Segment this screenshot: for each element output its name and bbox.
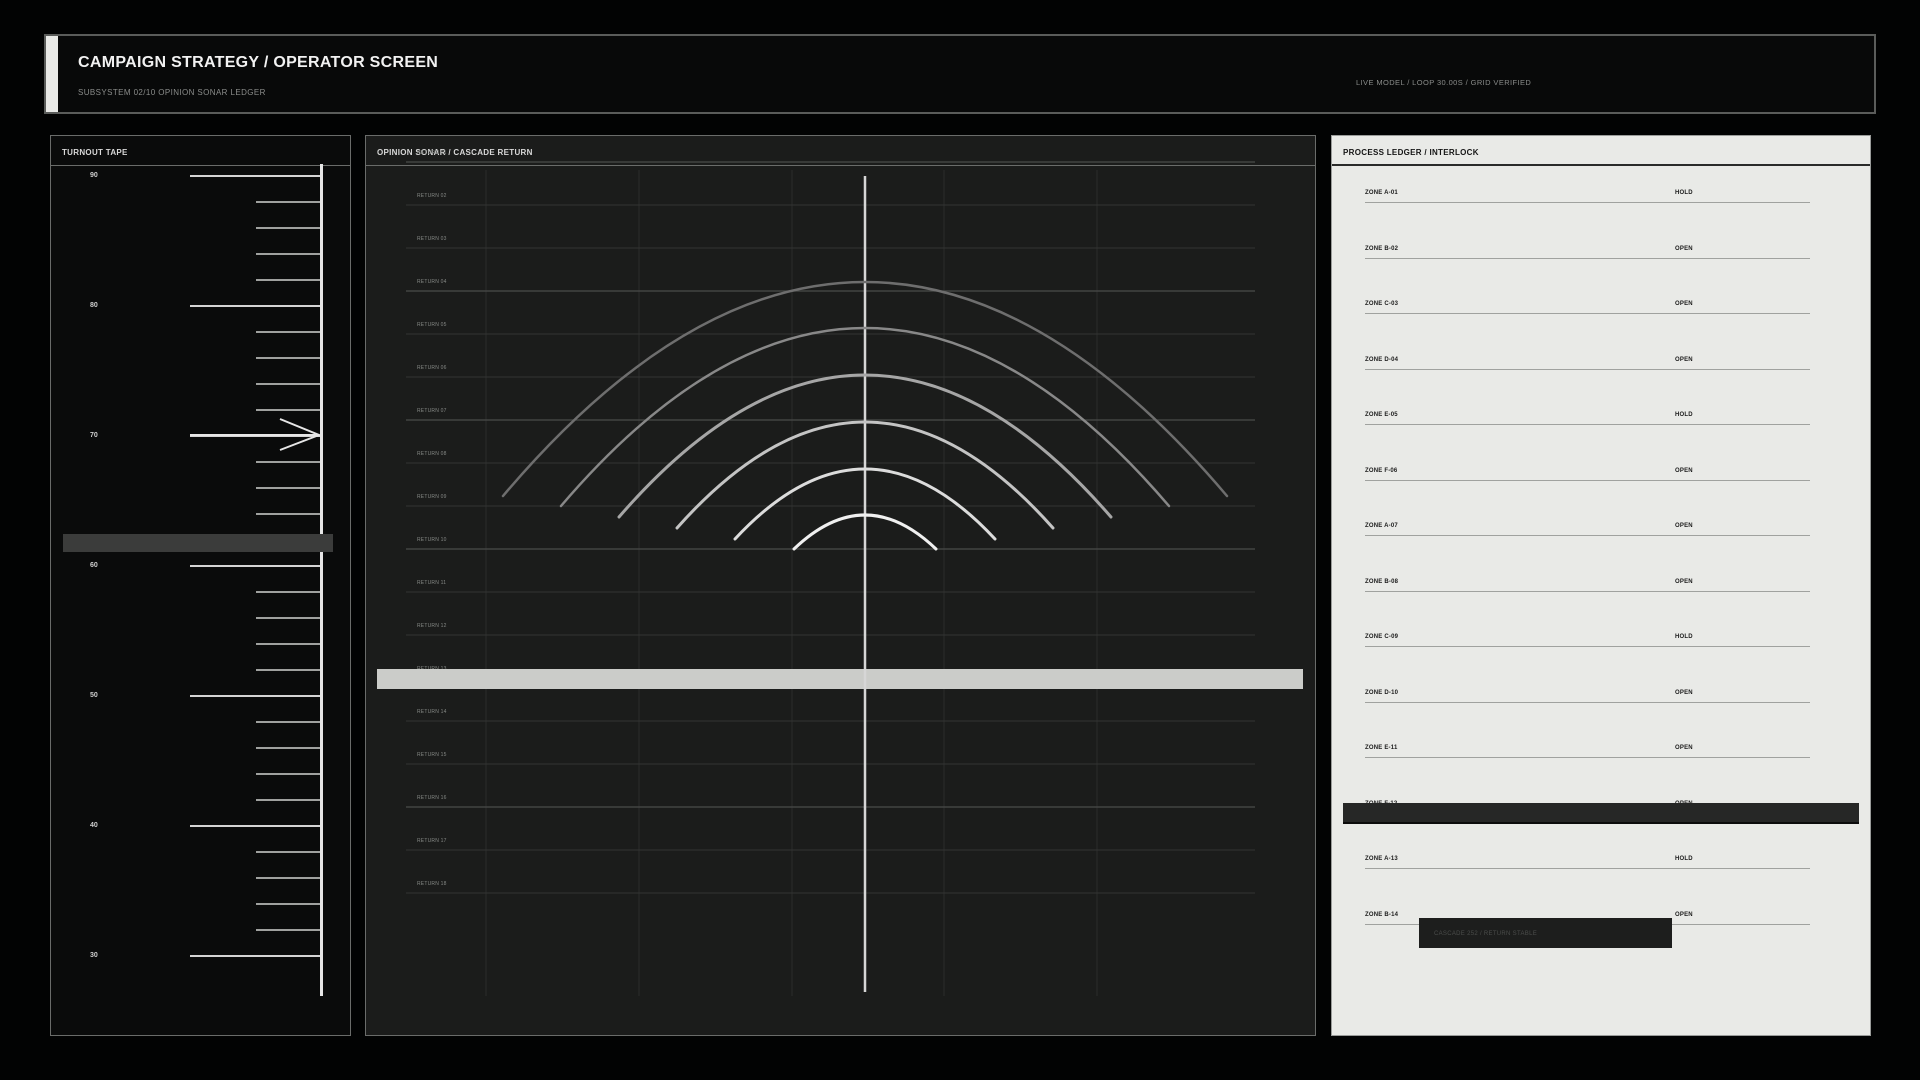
- ledger-row: ZONE B-02 OPEN: [1365, 244, 1810, 259]
- ledger-row: ZONE B-08 OPEN: [1365, 577, 1810, 592]
- ledger-state: OPEN: [1675, 245, 1693, 252]
- ledger-state: OPEN: [1675, 689, 1693, 696]
- ledger-row: ZONE C-03 OPEN: [1365, 299, 1810, 314]
- ledger-state: OPEN: [1675, 911, 1693, 918]
- page-title: CAMPAIGN STRATEGY / OPERATOR SCREEN: [78, 54, 439, 71]
- ledger-row: ZONE A-13 HOLD: [1365, 854, 1810, 869]
- ledger-state: HOLD: [1675, 856, 1693, 862]
- ledger-zone: ZONE D-04: [1365, 356, 1399, 363]
- ledger-state: OPEN: [1675, 356, 1693, 363]
- ledger-row: ZONE E-05 HOLD: [1365, 410, 1810, 425]
- ledger-state: HOLD: [1675, 190, 1693, 196]
- ledger-row: ZONE A-07 OPEN: [1365, 521, 1810, 536]
- ledger-zone: ZONE D-10: [1365, 689, 1399, 696]
- ledger-row: ZONE A-01 HOLD: [1365, 188, 1810, 203]
- ledger-zone: ZONE C-03: [1365, 301, 1399, 307]
- process-ledger-panel: PROCESS LEDGER / INTERLOCK ZONE A-01 HOLD…: [1331, 135, 1871, 1036]
- ledger-state: OPEN: [1675, 578, 1693, 585]
- ledger-row: ZONE F-06 OPEN: [1365, 466, 1810, 481]
- ledger-state: OPEN: [1675, 301, 1693, 307]
- ledger-zone: ZONE A-13: [1365, 856, 1398, 862]
- ledger-state: HOLD: [1675, 412, 1693, 418]
- ledger-zone: ZONE E-05: [1365, 412, 1398, 418]
- ledger-stamp: CASCADE 252 / RETURN STABLE: [1419, 918, 1672, 948]
- ledger-zone: ZONE B-08: [1365, 578, 1399, 585]
- ledger-row: ZONE D-10 OPEN: [1365, 688, 1810, 703]
- ledger-row: ZONE C-09 HOLD: [1365, 632, 1810, 647]
- ledger-state: OPEN: [1675, 745, 1693, 751]
- ledger-zone: ZONE A-07: [1365, 523, 1398, 529]
- ledger-state: OPEN: [1675, 467, 1693, 474]
- process-ledger-title: PROCESS LEDGER / INTERLOCK: [1332, 136, 1870, 166]
- status-readout: LIVE MODEL / LOOP 30.00S / GRID VERIFIED: [1356, 78, 1532, 87]
- ledger-zone: ZONE B-02: [1365, 245, 1399, 252]
- ledger-state: HOLD: [1675, 634, 1693, 640]
- ledger-zone: ZONE A-01: [1365, 190, 1398, 196]
- ledger-redaction-bar: [1343, 803, 1859, 824]
- header-accent: [46, 36, 58, 112]
- ledger-row: ZONE D-04 OPEN: [1365, 355, 1810, 370]
- ledger-zone: ZONE C-09: [1365, 634, 1399, 640]
- ledger-row: ZONE E-11 OPEN: [1365, 743, 1810, 758]
- turnout-pointer-icon: [190, 418, 322, 451]
- header-bar: CAMPAIGN STRATEGY / OPERATOR SCREEN SUBS…: [44, 34, 1876, 114]
- page-subtitle: SUBSYSTEM 02/10 OPINION SONAR LEDGER: [78, 88, 266, 97]
- ledger-zone: ZONE E-11: [1365, 745, 1398, 751]
- sonar-arcs: [501, 176, 1229, 992]
- opinion-sonar-panel: OPINION SONAR / CASCADE RETURN RETURN 01…: [365, 135, 1316, 1036]
- ledger-zone: ZONE F-06: [1365, 467, 1398, 474]
- turnout-tape-panel: TURNOUT TAPE 90 80 70 60 50 40 30: [50, 135, 351, 1036]
- ledger-stamp-text: CASCADE 252 / RETURN STABLE: [1434, 931, 1538, 937]
- ledger-state: OPEN: [1675, 523, 1693, 529]
- ledger-zone: ZONE B-14: [1365, 911, 1399, 918]
